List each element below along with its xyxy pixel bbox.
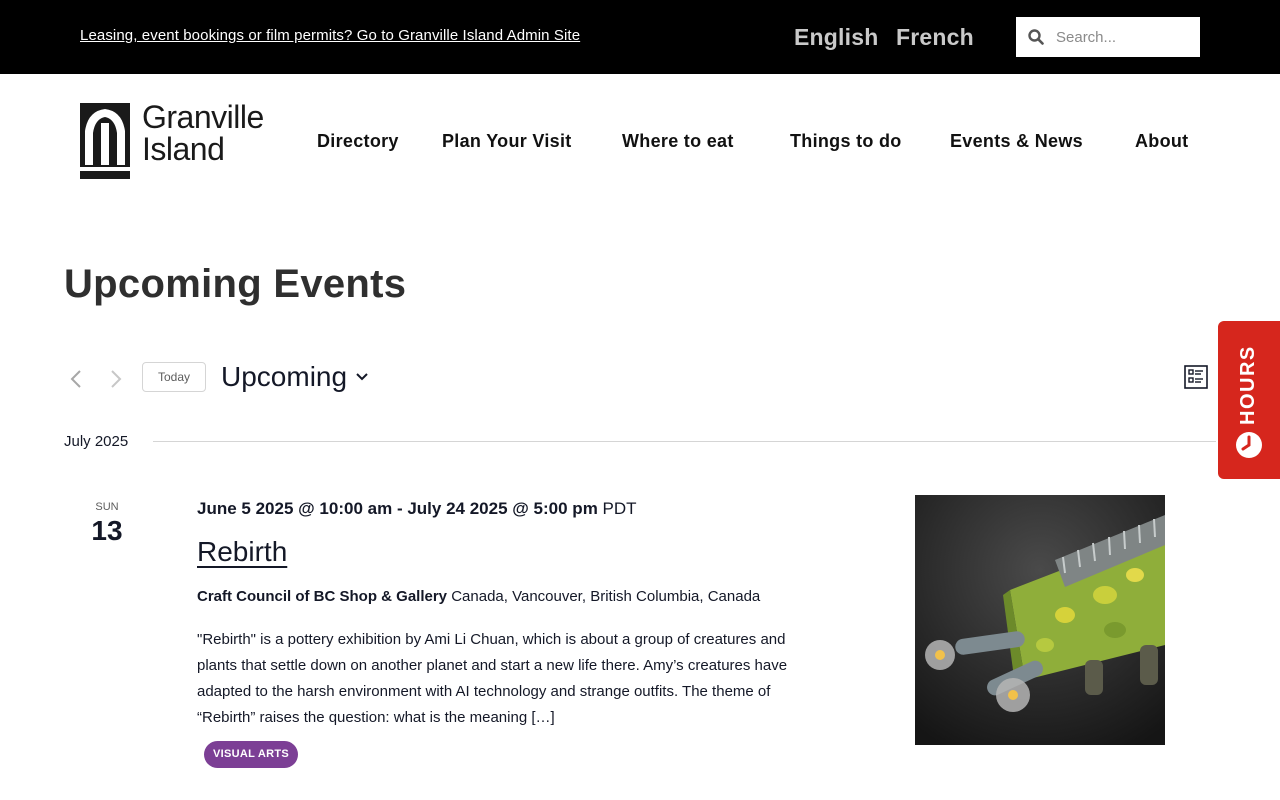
top-bar: Leasing, event bookings or film permits?… <box>0 0 1280 74</box>
event-date-separator: - <box>396 499 403 518</box>
event-title-link[interactable]: Rebirth <box>197 536 287 568</box>
date-range-label: Upcoming <box>221 361 348 392</box>
event-end: July 24 2025 @ 5:00 pm <box>407 499 598 518</box>
event-featured-image[interactable] <box>915 495 1165 745</box>
date-range-dropdown[interactable]: Upcoming <box>221 359 369 395</box>
page-title: Upcoming Events <box>64 262 407 306</box>
month-separator-label: July 2025 <box>64 433 129 450</box>
hours-label: HOURS <box>1237 345 1259 425</box>
event-venue-address: Canada, Vancouver, British Columbia, Can… <box>451 588 761 605</box>
event-category-badge[interactable]: VISUAL ARTS <box>204 741 299 768</box>
event-day-number: 13 <box>91 515 123 546</box>
nav-about[interactable]: About <box>1135 131 1188 152</box>
event-timezone: PDT <box>602 499 637 518</box>
event-venue: Craft Council of BC Shop & Gallery Canad… <box>197 588 760 605</box>
admin-site-link[interactable]: Leasing, event bookings or film permits?… <box>80 27 580 44</box>
event-day-of-week: SUN <box>95 501 119 513</box>
month-separator-line <box>153 441 1216 442</box>
hours-tab[interactable]: HOURS <box>1218 321 1280 479</box>
today-button[interactable]: Today <box>142 362 206 392</box>
next-events-icon[interactable] <box>104 367 128 391</box>
clock-icon <box>1236 432 1262 458</box>
nav-plan-your-visit[interactable]: Plan Your Visit <box>442 131 572 152</box>
main-nav: Directory Plan Your Visit Where to eat T… <box>0 131 1280 155</box>
event-datetime: June 5 2025 @ 10:00 am - July 24 2025 @ … <box>197 499 637 519</box>
event-description: "Rebirth" is a pottery exhibition by Ami… <box>197 631 788 726</box>
search-input[interactable] <box>1056 18 1196 56</box>
nav-events-news[interactable]: Events & News <box>950 131 1083 152</box>
logo-line-1: Granville <box>142 99 264 135</box>
event-image-art <box>915 495 1165 745</box>
previous-events-icon[interactable] <box>64 367 88 391</box>
search-box <box>1016 17 1200 57</box>
nav-where-to-eat[interactable]: Where to eat <box>622 131 734 152</box>
language-french[interactable]: French <box>896 24 974 51</box>
language-english[interactable]: English <box>794 24 878 51</box>
nav-things-to-do[interactable]: Things to do <box>790 131 902 152</box>
list-view-icon[interactable] <box>1184 365 1208 389</box>
event-start: June 5 2025 @ 10:00 am <box>197 499 393 518</box>
chevron-down-icon <box>356 373 368 381</box>
event-venue-name: Craft Council of BC Shop & Gallery <box>197 588 448 605</box>
nav-directory[interactable]: Directory <box>317 131 399 152</box>
search-icon[interactable] <box>1016 17 1056 57</box>
